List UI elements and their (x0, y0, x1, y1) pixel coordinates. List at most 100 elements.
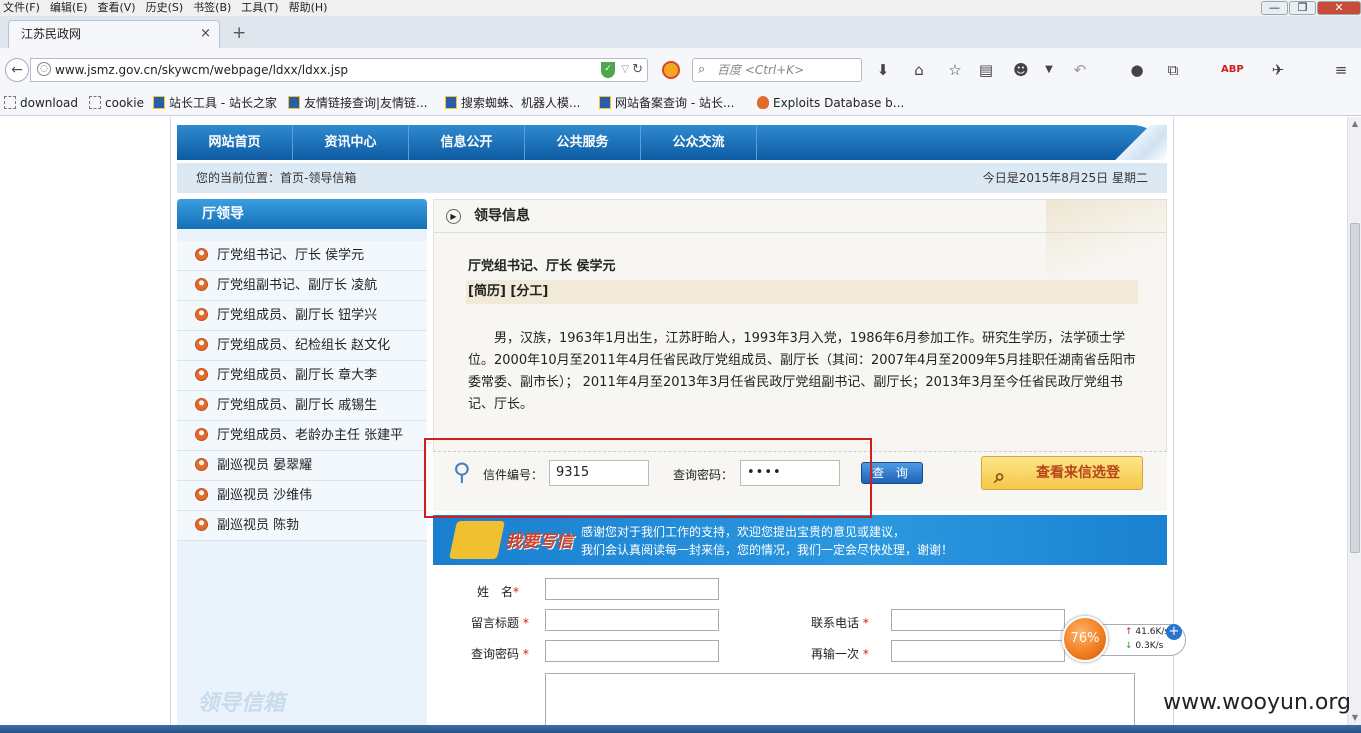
menu-history[interactable]: 历史(S) (143, 0, 187, 15)
person-icon (195, 368, 208, 381)
repeat-password-field[interactable] (891, 640, 1065, 662)
bookmarks-bar: download cookie 站长工具 - 站长之家 友情链接查询|友情链..… (0, 90, 1361, 116)
address-bar[interactable]: ◌ www.jsmz.gov.cn/skywcm/webpage/ldxx/ld… (30, 58, 648, 82)
menu-help[interactable]: 帮助(H) (286, 0, 331, 15)
folder-icon (4, 96, 16, 109)
sidebar-item-leader[interactable]: 厅党组成员、老龄办主任 张建平 (177, 421, 427, 451)
hamburger-menu-icon[interactable]: ≡ (1331, 61, 1351, 81)
bookmark-star-icon[interactable]: ☆ (945, 61, 965, 81)
sidebar-item-leader[interactable]: 厅党组成员、副厅长 戚锡生 (177, 391, 427, 421)
tab-bar: 江苏民政网 × + (0, 16, 1361, 48)
history-dropdown-icon[interactable]: ▽ (621, 59, 629, 81)
scroll-thumb[interactable] (1350, 223, 1360, 553)
bookmark-exploitdb[interactable]: Exploits Database b... (757, 90, 904, 116)
sidebar-item-leader[interactable]: 副巡视员 沙维伟 (177, 481, 427, 511)
bookmark-label: 友情链接查询|友情链... (304, 96, 428, 110)
tool-icon[interactable]: ✈ (1268, 61, 1288, 81)
bookmark-label: download (20, 96, 79, 110)
sidebar-item-leader[interactable]: 副巡视员 陈勃 (177, 511, 427, 541)
monkey-icon[interactable]: ☻ (1011, 61, 1031, 81)
new-tab-icon[interactable]: + (232, 20, 246, 46)
query-password-field[interactable] (545, 640, 719, 662)
sidebar-item-leader[interactable]: 厅党组成员、副厅长 钮学兴 (177, 301, 427, 331)
plus-icon[interactable]: + (1166, 624, 1182, 640)
close-window-icon[interactable]: ✕ (1317, 1, 1361, 15)
nav-home[interactable]: 网站首页 (177, 125, 293, 160)
menu-view[interactable]: 查看(V) (94, 0, 138, 15)
subject-field[interactable] (545, 609, 719, 631)
nav-disclosure[interactable]: 信息公开 (409, 125, 525, 160)
crop-icon[interactable]: ⧉ (1163, 61, 1183, 81)
sidebar-item-leader[interactable]: 厅党组成员、副厅长 章大李 (177, 361, 427, 391)
menu-file[interactable]: 文件(F) (0, 0, 43, 15)
bookmark-cookie[interactable]: cookie (89, 90, 144, 116)
site-container: 网站首页 资讯中心 信息公开 公共服务 公众交流 您的当前位置：首页-领导信箱 … (170, 117, 1174, 725)
sidebar-item-leader[interactable]: 厅党组书记、厅长 侯学元 (177, 241, 427, 271)
menu-tools[interactable]: 工具(T) (238, 0, 281, 15)
menu-edit[interactable]: 编辑(E) (47, 0, 91, 15)
abp-icon[interactable]: ABP (1221, 61, 1244, 81)
close-tab-icon[interactable]: × (200, 21, 211, 47)
highlight-box (424, 438, 872, 518)
sidebar-item-leader[interactable]: 副巡视员 晏翠耀 (177, 451, 427, 481)
repeat-password-label: 再输一次 * (811, 647, 869, 661)
sidebar-item-label: 厅党组成员、老龄办主任 张建平 (217, 428, 404, 443)
background-tab[interactable] (440, 22, 600, 46)
bookmark-label: cookie (105, 96, 144, 110)
bookmark-label: 站长工具 - 站长之家 (169, 96, 277, 110)
nav-communication[interactable]: 公众交流 (641, 125, 757, 160)
bookmark-friendlink[interactable]: 友情链接查询|友情链... (288, 90, 428, 116)
bookmark-icp[interactable]: 网站备案查询 - 站长... (599, 90, 734, 116)
network-speed-widget[interactable]: ↑ 41.6K/s ↓ 0.3K/s 76% + (1062, 616, 1186, 662)
download-icon[interactable]: ⬇ (873, 61, 893, 81)
scrollbar[interactable]: ▲ ▼ (1347, 117, 1361, 725)
page-icon (445, 96, 457, 109)
shield-icon[interactable]: ✓ (601, 62, 615, 78)
person-icon (195, 398, 208, 411)
scroll-up-icon[interactable]: ▲ (1348, 117, 1361, 131)
upload-speed: 41.6K/s (1135, 627, 1170, 637)
minimize-icon[interactable]: — (1261, 1, 1288, 15)
home-icon[interactable]: ⌂ (909, 61, 929, 81)
bookmark-spider[interactable]: 搜索蜘蛛、机器人模... (445, 90, 580, 116)
content-textarea[interactable] (545, 673, 1135, 725)
folder-icon (89, 96, 101, 109)
nav-decoration (1107, 125, 1167, 160)
name-label: 姓 名* (477, 585, 520, 599)
bookmark-chinaz[interactable]: 站长工具 - 站长之家 (153, 90, 277, 116)
search-input[interactable]: ⌕ 百度 <Ctrl+K> (692, 58, 862, 82)
sidebar-item-label: 厅党组书记、厅长 侯学元 (217, 248, 365, 263)
menu-bar: 文件(F) 编辑(E) 查看(V) 历史(S) 书签(B) 工具(T) 帮助(H) — ❐ ✕ (0, 0, 1361, 16)
sidebar-item-label: 厅党组副书记、副厅长 凌航 (217, 278, 378, 293)
tab-jsmz[interactable]: 江苏民政网 × (8, 20, 220, 48)
phone-field[interactable] (891, 609, 1065, 631)
taskbar (0, 725, 1361, 733)
adblock-plus-icon[interactable] (662, 61, 680, 79)
menu-bookmarks[interactable]: 书签(B) (190, 0, 234, 15)
maximize-icon[interactable]: ❐ (1289, 1, 1316, 15)
reload-icon[interactable]: ↻ (632, 59, 643, 81)
bookmark-download[interactable]: download (4, 90, 78, 116)
nav-news[interactable]: 资讯中心 (293, 125, 409, 160)
name-field[interactable] (545, 578, 719, 600)
banner-text-line2: 我们会认真阅读每一封来信，您的情况，我们一定会尽快处理，谢谢！ (581, 543, 954, 557)
clipboard-icon[interactable]: ▤ (976, 61, 996, 81)
sidebar: 厅领导 厅党组书记、厅长 侯学元 厅党组副书记、副厅长 凌航 厅党组成员、副厅长… (177, 199, 427, 725)
sidebar-item-label: 厅党组成员、副厅长 钮学兴 (217, 308, 378, 323)
sidebar-item-label: 厅党组成员、副厅长 章大李 (217, 368, 378, 383)
view-letters-button[interactable]: ⌕ 查看来信选登 (981, 456, 1143, 490)
person-icon (195, 248, 208, 261)
nav-public-service[interactable]: 公共服务 (525, 125, 641, 160)
back-arrow-icon[interactable]: ← (5, 58, 29, 82)
chevron-down-icon[interactable]: ▼ (1039, 61, 1059, 81)
profile-tabs[interactable]: [简历] [分工] (466, 280, 1138, 304)
memory-percent-ball: 76% (1062, 616, 1108, 662)
chat-icon[interactable]: ● (1127, 61, 1147, 81)
undo-icon[interactable]: ↶ (1070, 61, 1090, 81)
bookmark-label: Exploits Database b... (773, 96, 905, 110)
sidebar-item-leader[interactable]: 厅党组副书记、副厅长 凌航 (177, 271, 427, 301)
write-letter-title: 我要写信 (505, 532, 573, 552)
sidebar-item-leader[interactable]: 厅党组成员、纪检组长 赵文化 (177, 331, 427, 361)
sidebar-item-label: 副巡视员 陈勃 (217, 518, 300, 533)
date-text: 今日是2015年8月25日 星期二 (982, 171, 1148, 185)
